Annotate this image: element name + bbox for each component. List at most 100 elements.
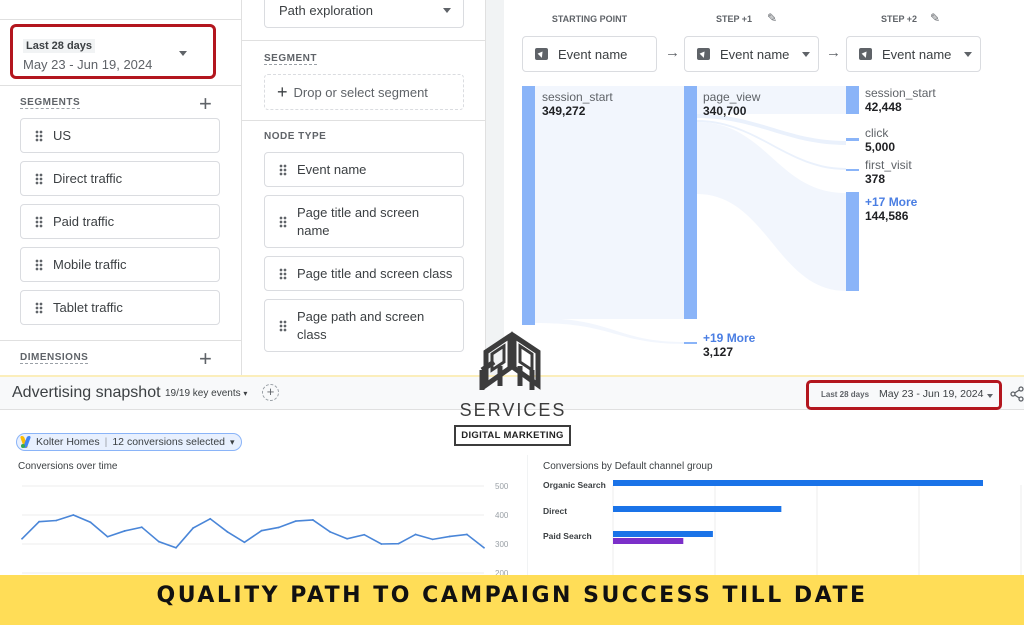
drag-handle-icon[interactable] (279, 319, 287, 332)
segment-chip[interactable]: Paid traffic (20, 204, 220, 239)
snapshot-title: Advertising snapshot (12, 384, 161, 401)
segment-chip[interactable]: Mobile traffic (20, 247, 220, 282)
dropdown-caret-icon: ▾ (243, 389, 248, 398)
more-nodes-link[interactable]: +17 More (865, 195, 917, 209)
data-point[interactable] (21, 537, 23, 540)
share-icon[interactable] (1010, 386, 1024, 402)
data-point[interactable] (38, 520, 41, 523)
drag-handle-icon[interactable] (279, 215, 287, 228)
bar-paid-search-1[interactable] (613, 538, 684, 544)
data-point[interactable] (72, 514, 75, 516)
add-segment-icon[interactable]: + (199, 93, 212, 115)
bar-organic-search-0[interactable] (613, 480, 983, 486)
data-point[interactable] (123, 530, 126, 532)
data-point[interactable] (414, 533, 417, 536)
data-point[interactable] (448, 535, 451, 538)
data-point[interactable] (329, 530, 331, 533)
y-tick-label: 400 (495, 511, 509, 520)
edit-step-pencil-icon[interactable]: ✎ (930, 11, 940, 25)
data-point[interactable] (346, 537, 349, 540)
data-point[interactable] (311, 519, 314, 521)
data-point[interactable] (363, 533, 366, 536)
data-point[interactable] (175, 546, 177, 549)
edit-step-pencil-icon[interactable]: ✎ (767, 11, 777, 25)
more-nodes-link[interactable]: +19 More (703, 331, 755, 345)
category-label: Organic Search (543, 480, 606, 490)
bar-direct-0[interactable] (613, 506, 782, 512)
node-type-chip[interactable]: Event name (264, 152, 464, 187)
data-point[interactable] (380, 543, 383, 545)
segment-chip[interactable]: Direct traffic (20, 161, 220, 196)
divider (242, 120, 486, 121)
bar-paid-search-0[interactable] (613, 531, 713, 537)
drag-handle-icon[interactable] (279, 267, 287, 280)
data-point[interactable] (431, 538, 434, 541)
drag-handle-icon[interactable] (35, 129, 43, 142)
data-point[interactable] (157, 540, 160, 543)
data-point[interactable] (192, 527, 195, 529)
drag-handle-icon[interactable] (35, 215, 43, 228)
node-type-label: Page path and screen class (297, 308, 425, 342)
conversions-selected: 12 conversions selected (112, 436, 225, 448)
data-point[interactable] (226, 530, 229, 533)
panel-gutter (486, 0, 504, 375)
data-point[interactable] (277, 526, 280, 529)
data-point[interactable] (397, 542, 400, 545)
settings-panel: Path exploration SEGMENT + Drop or selec… (242, 0, 486, 375)
drag-handle-icon[interactable] (35, 301, 43, 314)
key-events-label: 19/19 key events (165, 388, 241, 399)
node-bar-session-start[interactable] (522, 86, 535, 325)
add-dimension-icon[interactable]: + (199, 348, 212, 370)
separator: | (104, 436, 108, 448)
data-point[interactable] (294, 520, 297, 522)
key-events-selector[interactable]: 19/19 key events ▾ (165, 388, 247, 399)
data-point[interactable] (209, 517, 212, 520)
node-selector-step1[interactable]: Event name (684, 36, 819, 72)
account-conversion-selector[interactable]: Kolter Homes | 12 conversions selected ▾ (16, 433, 242, 451)
node-type-chip[interactable]: Page title and screen name (264, 195, 464, 248)
node-bar-session-start-2[interactable] (846, 86, 859, 114)
node-bar-more-17[interactable] (846, 192, 859, 291)
node-bar-page-view[interactable] (684, 86, 697, 319)
node-type-chip[interactable]: Page title and screen class (264, 256, 464, 291)
add-comparison-button[interactable]: + (262, 384, 279, 401)
data-point[interactable] (55, 519, 58, 522)
node-selector-step2[interactable]: Event name (846, 36, 981, 72)
segment-heading: SEGMENT (264, 53, 317, 65)
node-value: 144,586 (865, 209, 909, 223)
data-point[interactable] (106, 535, 109, 538)
logo-wordmark: SERVICES (459, 400, 567, 420)
drag-handle-icon[interactable] (35, 172, 43, 185)
cursor-click-icon (697, 48, 710, 60)
category-label: Paid Search (543, 531, 592, 541)
node-type-label: Page title and screen class (297, 266, 453, 281)
snapshot-date-range-picker[interactable]: Last 28 days May 23 - Jun 19, 2024 (806, 380, 1002, 410)
node-bar-more-19[interactable] (684, 342, 697, 344)
technique-select[interactable]: Path exploration (264, 0, 464, 28)
segment-chip[interactable]: Tablet traffic (20, 290, 220, 325)
variables-panel: Last 28 days May 23 - Jun 19, 2024 SEGME… (0, 0, 242, 375)
node-value: 378 (865, 172, 886, 186)
data-point[interactable] (140, 526, 143, 529)
data-point[interactable] (483, 546, 485, 549)
segment-drop-zone[interactable]: + Drop or select segment (264, 74, 464, 110)
node-bar-click[interactable] (846, 138, 859, 141)
divider (0, 340, 242, 341)
node-bar-first-visit[interactable] (846, 169, 859, 171)
drag-handle-icon[interactable] (35, 258, 43, 271)
flow-to-more[interactable] (697, 122, 846, 291)
node-label: click (865, 126, 889, 140)
node-selector-start[interactable]: Event name (522, 36, 657, 72)
date-range-picker[interactable]: Last 28 days May 23 - Jun 19, 2024 (10, 24, 216, 79)
y-tick-label: 500 (495, 482, 509, 491)
node-type-chip[interactable]: Page path and screen class (264, 299, 464, 352)
data-point[interactable] (89, 521, 92, 524)
data-point[interactable] (260, 529, 263, 532)
segment-chip[interactable]: US (20, 118, 220, 153)
flow-start-to-page-view[interactable] (535, 86, 684, 319)
plus-icon: + (277, 81, 288, 102)
data-point[interactable] (243, 541, 246, 544)
path-exploration-canvas: STARTING POINT STEP +1 ✎ STEP +2 ✎ Event… (504, 0, 1024, 375)
data-point[interactable] (465, 533, 468, 536)
drag-handle-icon[interactable] (279, 163, 287, 176)
